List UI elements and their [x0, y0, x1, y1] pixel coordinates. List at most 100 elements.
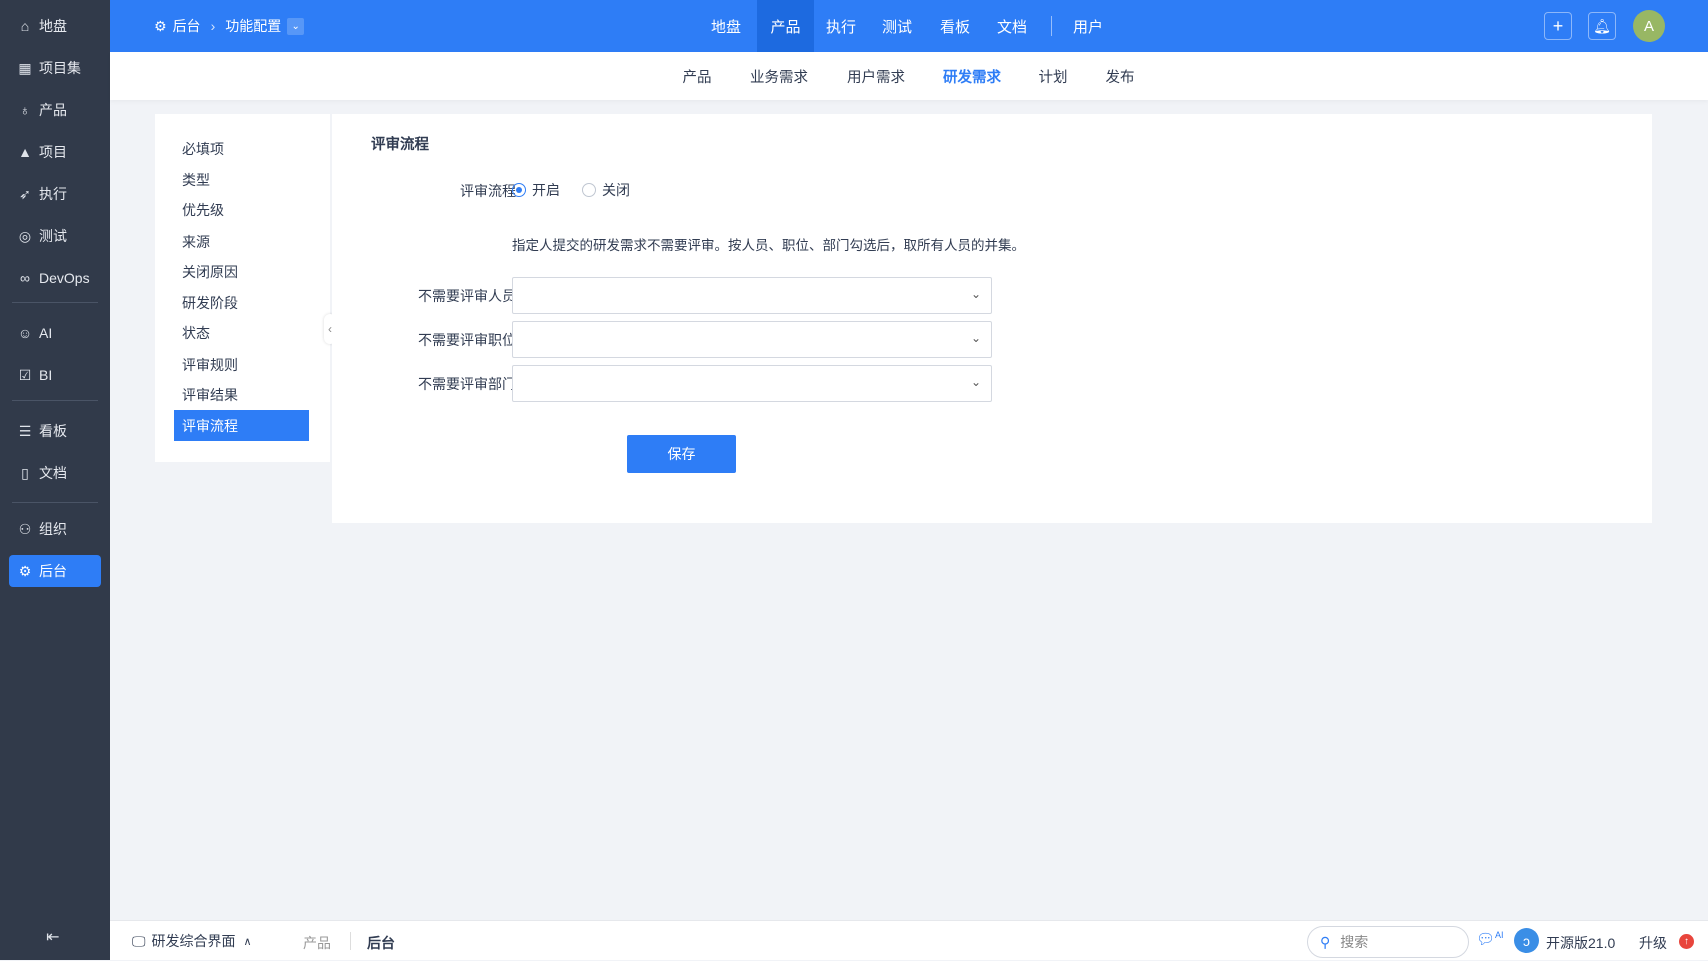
field-label-roles: 不需要评审职位 — [418, 332, 516, 348]
sidebar-item-programs[interactable]: ▦ 项目集 — [9, 52, 101, 84]
menu-item[interactable]: 研发阶段 — [174, 287, 309, 318]
grid-icon: ▦ — [18, 59, 32, 76]
field-label-depts: 不需要评审部门 — [418, 376, 516, 392]
sidebar-item-execution[interactable]: ➶ 执行 — [9, 178, 101, 210]
subnav-dev-story[interactable]: 研发需求 — [943, 52, 1001, 100]
version-label[interactable]: 开源版21.0 — [1546, 933, 1615, 953]
save-button[interactable]: 保存 — [627, 435, 736, 473]
bulb-icon: ♁ — [19, 102, 31, 118]
run-icon: ➶ — [19, 185, 31, 202]
menu-item-active[interactable]: 评审流程 — [174, 410, 309, 441]
subnav-plan[interactable]: 计划 — [1039, 52, 1068, 100]
subnav-user-story[interactable]: 用户需求 — [847, 52, 905, 100]
search-input[interactable]: ⚲ 搜索 — [1307, 926, 1469, 958]
main-panel: 评审流程 评审流程 开启 关闭 指定人提交的研发需求不需要评审。按人员、职位、部… — [332, 114, 1652, 523]
zentao-logo-icon: ↄ — [1514, 928, 1539, 953]
doc-icon: ▯ — [21, 464, 29, 481]
upgrade-arrow-icon: ↑ — [1679, 934, 1694, 949]
chevron-down-icon: ⌄ — [970, 375, 981, 389]
divider — [12, 302, 98, 303]
monitor-icon: 🖵︎ — [132, 932, 146, 949]
notification-button[interactable]: 🔔︎ — [1588, 12, 1616, 40]
gear-icon: ⚙ — [154, 17, 167, 34]
sidebar-item-dashboard[interactable]: ⌂ 地盘 — [9, 10, 101, 42]
divider — [12, 502, 98, 503]
ai-chat-icon[interactable]: 💬︎AI — [1476, 930, 1504, 948]
menu-item[interactable]: 关闭原因 — [174, 256, 309, 287]
sidebar-item-doc[interactable]: ▯ 文档 — [9, 457, 101, 489]
divider — [12, 400, 98, 401]
sidebar-item-admin[interactable]: ⚙ 后台 — [9, 555, 101, 587]
upgrade-link[interactable]: 升级 — [1639, 933, 1667, 953]
gear-icon: ⚙ — [18, 562, 32, 579]
sidebar-item-bi[interactable]: ☑ BI — [9, 359, 101, 391]
radio-off[interactable]: 关闭 — [582, 180, 630, 200]
chevron-down-icon: ⌄ — [970, 331, 981, 345]
breadcrumb-feature-config[interactable]: 功能配置 — [225, 16, 281, 36]
users-icon: ⚇ — [18, 520, 32, 537]
nav-user[interactable]: 用户 — [1061, 0, 1115, 52]
plus-icon: + — [1552, 15, 1564, 36]
avatar[interactable]: A — [1633, 10, 1665, 42]
sidebar-item-product[interactable]: ♁ 产品 — [9, 94, 101, 126]
exempt-depts-select[interactable]: ⌄ — [512, 365, 992, 402]
chevron-down-icon: ⌄ — [970, 287, 981, 301]
breadcrumb: ⚙ 后台 › 功能配置 ⌄ — [154, 0, 305, 52]
footer-crumb-admin[interactable]: 后台 — [367, 933, 395, 953]
rocket-icon: ▲ — [18, 144, 32, 160]
breadcrumb-admin[interactable]: 后台 — [173, 16, 201, 36]
exempt-users-select[interactable]: ⌄ — [512, 277, 992, 314]
nav-dashboard[interactable]: 地盘 — [699, 0, 753, 52]
chevron-down-icon[interactable]: ⌄ — [287, 17, 305, 35]
subnav-product[interactable]: 产品 — [683, 52, 712, 100]
top-bar: ⚙ 后台 › 功能配置 ⌄ 地盘 产品 执行 测试 看板 文档 用户 + 🔔︎ … — [110, 0, 1708, 52]
chart-icon: ☑ — [18, 366, 32, 383]
sidebar-item-org[interactable]: ⚇ 组织 — [9, 513, 101, 545]
menu-item[interactable]: 评审规则 — [174, 349, 309, 380]
nav-doc[interactable]: 文档 — [985, 0, 1039, 52]
app-switcher[interactable]: 🖵︎ 研发综合界面 ∧ — [132, 921, 252, 961]
sidebar-item-devops[interactable]: ∞ DevOps — [9, 262, 101, 294]
menu-item[interactable]: 类型 — [174, 164, 309, 195]
field-label-users: 不需要评审人员 — [418, 288, 516, 304]
nav-test[interactable]: 测试 — [870, 0, 924, 52]
nav-separator — [1051, 16, 1052, 36]
nav-kanban[interactable]: 看板 — [928, 0, 982, 52]
sidebar: ⌂ 地盘 ▦ 项目集 ♁ 产品 ▲ 项目 ➶ 执行 ◎ 测试 ∞ DevOps ☺ AI ☑ BI… — [0, 0, 110, 960]
footer-bar: 🖵︎ 研发综合界面 ∧ 产品 后台 ⚲ 搜索 💬︎AI ↄ 开源版21.0 升级 … — [110, 920, 1708, 960]
robot-icon: ☺ — [17, 325, 33, 341]
exempt-roles-select[interactable]: ⌄ — [512, 321, 992, 358]
review-flow-label: 评审流程 — [460, 183, 516, 199]
divider — [350, 932, 351, 950]
subnav-release[interactable]: 发布 — [1106, 52, 1135, 100]
menu-item[interactable]: 来源 — [174, 226, 309, 257]
radio-on-indicator[interactable] — [512, 183, 526, 197]
menu-item[interactable]: 优先级 — [174, 194, 309, 225]
nav-execution[interactable]: 执行 — [814, 0, 868, 52]
review-flow-radio-group: 开启 关闭 — [512, 180, 630, 200]
sub-nav: 产品 业务需求 用户需求 研发需求 计划 发布 — [110, 52, 1708, 100]
add-button[interactable]: + — [1544, 12, 1572, 40]
bell-icon: 🔔︎ — [1593, 17, 1611, 34]
chevron-up-icon: ∧ — [243, 935, 252, 948]
radio-on[interactable]: 开启 — [512, 180, 560, 200]
menu-item[interactable]: 评审结果 — [174, 379, 309, 410]
search-icon: ⚲ — [1320, 933, 1331, 950]
nav-product[interactable]: 产品 — [757, 0, 814, 52]
infinity-icon: ∞ — [20, 270, 30, 286]
review-note: 指定人提交的研发需求不需要评审。按人员、职位、部门勾选后，取所有人员的并集。 — [512, 238, 1025, 253]
sidebar-item-ai[interactable]: ☺ AI — [9, 317, 101, 349]
menu-item[interactable]: 必填项 — [174, 133, 309, 164]
kanban-icon: ☰ — [18, 422, 32, 439]
menu-item[interactable]: 状态 — [174, 317, 309, 348]
sidebar-item-kanban[interactable]: ☰ 看板 — [9, 415, 101, 447]
subnav-business-story[interactable]: 业务需求 — [750, 52, 808, 100]
settings-menu: 必填项 类型 优先级 来源 关闭原因 研发阶段 状态 评审规则 评审结果 评审流… — [155, 114, 330, 462]
radio-off-indicator[interactable] — [582, 183, 596, 197]
collapse-left-icon[interactable]: ⇤ — [46, 927, 59, 947]
bug-search-icon: ◎ — [18, 227, 32, 244]
footer-crumb-product[interactable]: 产品 — [303, 933, 331, 953]
chevron-right-icon: › — [210, 18, 216, 34]
sidebar-item-project[interactable]: ▲ 项目 — [9, 136, 101, 168]
sidebar-item-test[interactable]: ◎ 测试 — [9, 220, 101, 252]
